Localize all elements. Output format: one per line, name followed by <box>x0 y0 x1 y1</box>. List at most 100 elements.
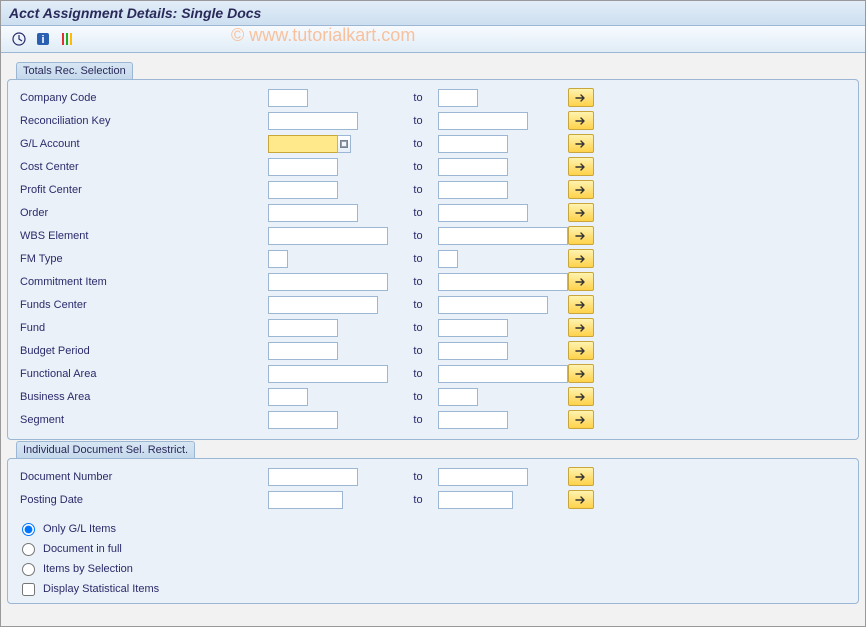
application-toolbar: i <box>1 26 865 53</box>
multiple-selection-button[interactable] <box>568 318 594 337</box>
field-row-profit_center: Profit Center to <box>18 178 848 201</box>
multiple-selection-button[interactable] <box>568 490 594 509</box>
doc_number-from-input[interactable] <box>268 468 358 486</box>
posting_date-to-input[interactable] <box>438 491 513 509</box>
to-label: to <box>398 253 438 265</box>
reconciliation-from-input[interactable] <box>268 112 358 130</box>
field-row-doc_number: Document Numberto <box>18 465 848 488</box>
field-label: Funds Center <box>18 299 268 311</box>
content-area: © www.tutorialkart.com Totals Rec. Selec… <box>1 53 865 604</box>
radio-label: Items by Selection <box>43 563 133 575</box>
radio-label: Only G/L Items <box>43 523 116 535</box>
multiple-selection-button[interactable] <box>568 387 594 406</box>
business_area-to-input[interactable] <box>438 388 478 406</box>
field-row-gl_account: G/L Accountto <box>18 132 848 155</box>
field-row-wbs_element: WBS Elementto <box>18 224 848 247</box>
to-label: to <box>398 276 438 288</box>
gl_account-from-input[interactable] <box>268 135 338 153</box>
execute-clock-icon[interactable] <box>9 30 29 48</box>
field-label: Profit Center <box>18 184 268 196</box>
multiple-selection-button[interactable] <box>568 226 594 245</box>
field-row-commitment_item: Commitment Item to <box>18 270 848 293</box>
radio-label: Document in full <box>43 543 122 555</box>
cost_center-from-input[interactable] <box>268 158 338 176</box>
multiple-selection-button[interactable] <box>568 295 594 314</box>
profit_center-to-input[interactable] <box>438 181 508 199</box>
field-label: Business Area <box>18 391 268 403</box>
segment-to-input[interactable] <box>438 411 508 429</box>
functional_area-from-input[interactable] <box>268 365 388 383</box>
multiple-selection-button[interactable] <box>568 134 594 153</box>
field-row-company_code: Company Codeto <box>18 86 848 109</box>
field-label: Order <box>18 207 268 219</box>
field-label: Posting Date <box>18 494 268 506</box>
multiple-selection-button[interactable] <box>568 272 594 291</box>
multiple-selection-button[interactable] <box>568 341 594 360</box>
to-label: to <box>398 345 438 357</box>
search-help-icon[interactable] <box>337 135 351 153</box>
field-label: FM Type <box>18 253 268 265</box>
wbs_element-from-input[interactable] <box>268 227 388 245</box>
field-label: Commitment Item <box>18 276 268 288</box>
gl_account-to-input[interactable] <box>438 135 508 153</box>
doc_number-to-input[interactable] <box>438 468 528 486</box>
field-row-functional_area: Functional Areato <box>18 362 848 385</box>
radio-input[interactable] <box>22 523 35 536</box>
to-label: to <box>398 92 438 104</box>
to-label: to <box>398 115 438 127</box>
multiple-selection-button[interactable] <box>568 467 594 486</box>
multiple-selection-button[interactable] <box>568 410 594 429</box>
radio-doc_full[interactable]: Document in full <box>18 539 848 559</box>
order-from-input[interactable] <box>268 204 358 222</box>
checkbox-label: Display Statistical Items <box>43 583 159 595</box>
radio-input[interactable] <box>22 563 35 576</box>
to-label: to <box>398 184 438 196</box>
wbs_element-to-input[interactable] <box>438 227 568 245</box>
to-label: to <box>398 161 438 173</box>
reconciliation-to-input[interactable] <box>438 112 528 130</box>
fund-from-input[interactable] <box>268 319 338 337</box>
commitment_item-from-input[interactable] <box>268 273 388 291</box>
to-label: to <box>398 414 438 426</box>
funds_center-from-input[interactable] <box>268 296 378 314</box>
multiple-selection-button[interactable] <box>568 203 594 222</box>
checkbox-input[interactable] <box>22 583 35 596</box>
multiple-selection-button[interactable] <box>568 249 594 268</box>
business_area-from-input[interactable] <box>268 388 308 406</box>
company_code-to-input[interactable] <box>438 89 478 107</box>
field-row-business_area: Business Areato <box>18 385 848 408</box>
multiple-selection-button[interactable] <box>568 88 594 107</box>
functional_area-to-input[interactable] <box>438 365 568 383</box>
multiple-selection-button[interactable] <box>568 180 594 199</box>
commitment_item-to-input[interactable] <box>438 273 568 291</box>
funds_center-to-input[interactable] <box>438 296 548 314</box>
info-icon[interactable]: i <box>33 30 53 48</box>
fm_type-from-input[interactable] <box>268 250 288 268</box>
group-individual-doc-restrict: Individual Document Sel. Restrict. Docum… <box>7 458 859 604</box>
multiple-selection-button[interactable] <box>568 364 594 383</box>
variant-icon[interactable] <box>57 30 77 48</box>
radio-input[interactable] <box>22 543 35 556</box>
group-title: Individual Document Sel. Restrict. <box>16 441 195 458</box>
radio-only_gl[interactable]: Only G/L Items <box>18 519 848 539</box>
cost_center-to-input[interactable] <box>438 158 508 176</box>
field-row-fund: Fundto <box>18 316 848 339</box>
fund-to-input[interactable] <box>438 319 508 337</box>
budget_period-to-input[interactable] <box>438 342 508 360</box>
posting_date-from-input[interactable] <box>268 491 343 509</box>
window-title: Acct Assignment Details: Single Docs <box>1 1 865 26</box>
fm_type-to-input[interactable] <box>438 250 458 268</box>
radio-items_sel[interactable]: Items by Selection <box>18 559 848 579</box>
segment-from-input[interactable] <box>268 411 338 429</box>
company_code-from-input[interactable] <box>268 89 308 107</box>
order-to-input[interactable] <box>438 204 528 222</box>
profit_center-from-input[interactable] <box>268 181 338 199</box>
multiple-selection-button[interactable] <box>568 111 594 130</box>
field-row-order: Orderto <box>18 201 848 224</box>
to-label: to <box>398 494 438 506</box>
group-title: Totals Rec. Selection <box>16 62 133 79</box>
to-label: to <box>398 230 438 242</box>
budget_period-from-input[interactable] <box>268 342 338 360</box>
multiple-selection-button[interactable] <box>568 157 594 176</box>
checkbox-disp_stat[interactable]: Display Statistical Items <box>18 579 848 599</box>
